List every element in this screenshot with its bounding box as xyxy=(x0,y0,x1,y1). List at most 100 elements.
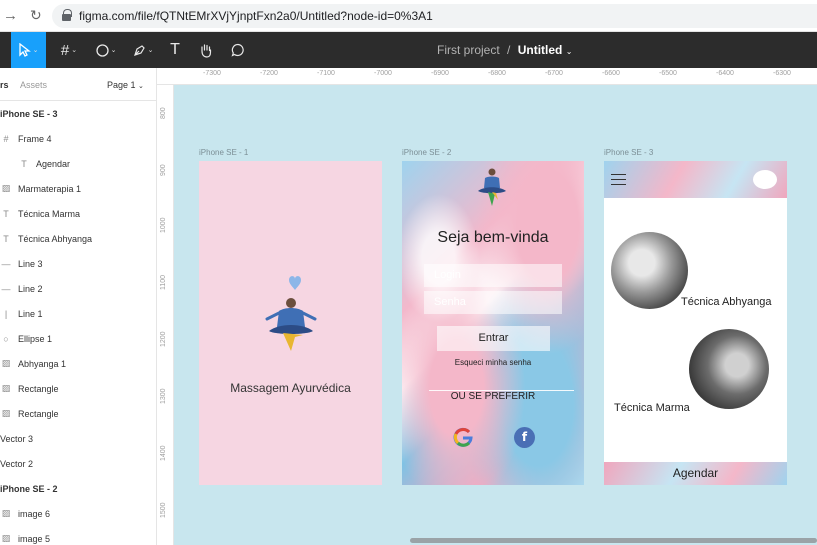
hash-frame-icon: # xyxy=(60,41,70,59)
abhyanga-image[interactable] xyxy=(611,232,688,309)
layer-row[interactable]: T Agendar xyxy=(0,151,156,176)
layer-label: Agendar xyxy=(36,158,71,169)
frame-iphone-se-2[interactable]: Seja bem-vinda Login Senha Entrar Esquec… xyxy=(402,161,584,485)
layer-row[interactable]: ▨ Rectangle xyxy=(0,401,156,426)
comment-icon xyxy=(231,43,244,57)
marma-label: Técnica Marma xyxy=(614,402,690,414)
image-icon: ▨ xyxy=(1,508,11,518)
reload-icon[interactable]: ↻ xyxy=(30,7,42,24)
figma-toolbar: ⌄ # ⌄ ⌄ ⌄ T First project / Untitled ⌄ xyxy=(0,32,817,68)
avatar[interactable] xyxy=(753,170,777,189)
comment-tool-button[interactable] xyxy=(227,32,249,68)
circle-icon xyxy=(95,43,109,57)
image-icon: ▨ xyxy=(1,408,11,418)
layer-label: image 6 xyxy=(18,508,51,519)
ruler-tick-label: -6800 xyxy=(488,70,506,77)
login-placeholder: Login xyxy=(434,269,461,281)
google-icon[interactable] xyxy=(452,426,474,448)
chevron-down-icon: ⌄ xyxy=(147,47,154,54)
layer-row[interactable]: ○ Ellipse 1 xyxy=(0,326,156,351)
layer-label: Vector 2 xyxy=(0,458,34,469)
schedule-button[interactable]: Agendar xyxy=(604,466,787,480)
layer-row[interactable]: iPhone SE - 3 xyxy=(0,101,156,126)
layers-panel: rs Assets Page 1 ⌄ iPhone SE - 3 # Frame 4… xyxy=(0,68,157,545)
text-icon: T xyxy=(3,233,9,244)
layer-row[interactable]: — Line 3 xyxy=(0,251,156,276)
project-name[interactable]: First project xyxy=(437,43,500,57)
vertical-ruler: 800 900 1000 1100 1200 1300 1400 1500 xyxy=(157,85,174,545)
chevron-down-icon: ⌄ xyxy=(138,83,144,90)
enter-button[interactable]: Entrar xyxy=(437,326,550,351)
lock-icon xyxy=(62,9,72,21)
pen-tool-button[interactable]: ⌄ xyxy=(129,32,157,68)
address-bar[interactable]: figma.com/file/fQTNtEMrXVjYjnptFxn2a0/Un… xyxy=(52,4,817,28)
chevron-down-icon[interactable]: ⌄ xyxy=(566,47,573,56)
frame-tool-button[interactable]: # ⌄ xyxy=(55,32,83,68)
page-selector[interactable]: Page 1 ⌄ xyxy=(107,80,144,90)
browser-bar: → ↻ figma.com/file/fQTNtEMrXVjYjnptFxn2a… xyxy=(0,0,817,32)
frame-label[interactable]: iPhone SE - 1 xyxy=(199,148,248,157)
layer-label: Line 1 xyxy=(18,308,43,319)
layer-row[interactable]: Vector 3 xyxy=(0,426,156,451)
layer-row[interactable]: # Frame 4 xyxy=(0,126,156,151)
file-breadcrumb[interactable]: First project / Untitled ⌄ xyxy=(437,43,572,57)
shape-tool-button[interactable]: ⌄ xyxy=(92,32,120,68)
canvas[interactable]: -7300 -7200 -7100 -7000 -6900 -6800 -6700 -6600… xyxy=(157,68,817,545)
breadcrumb-separator: / xyxy=(507,43,511,57)
frame-label[interactable]: iPhone SE - 2 xyxy=(402,148,451,157)
password-field[interactable]: Senha xyxy=(424,291,562,314)
ruler-tick-label: 1100 xyxy=(160,274,167,290)
login-field[interactable]: Login xyxy=(424,264,562,287)
layer-label: Técnica Abhyanga xyxy=(18,233,93,244)
move-tool-button[interactable]: ⌄ xyxy=(11,32,46,68)
ruler-tick-label: 1200 xyxy=(160,331,167,347)
image-icon: ▨ xyxy=(1,383,11,393)
layer-row[interactable]: Vector 2 xyxy=(0,451,156,476)
layer-row[interactable]: T Técnica Abhyanga xyxy=(0,226,156,251)
ruler-tick-label: -6600 xyxy=(602,70,620,77)
ruler-tick-label: -6400 xyxy=(716,70,734,77)
url-text[interactable]: figma.com/file/fQTNtEMrXVjYjnptFxn2a0/Un… xyxy=(79,9,433,23)
layer-row[interactable]: — Line 2 xyxy=(0,276,156,301)
hand-tool-button[interactable] xyxy=(195,32,217,68)
ruler-tick-label: 900 xyxy=(160,164,167,176)
forgot-password-link[interactable]: Esqueci minha senha xyxy=(402,358,584,367)
ruler-tick-label: 1300 xyxy=(160,388,167,404)
hand-icon xyxy=(201,43,212,58)
layer-label: Vector 3 xyxy=(0,433,34,444)
facebook-icon[interactable]: f xyxy=(514,427,535,448)
layer-row[interactable]: ▨ Abhyanga 1 xyxy=(0,351,156,376)
tab-layers[interactable]: rs xyxy=(0,80,9,90)
marma-image[interactable] xyxy=(689,329,769,409)
vline-icon: | xyxy=(4,308,8,319)
hamburger-menu-icon[interactable] xyxy=(611,174,626,185)
layer-row[interactable]: | Line 1 xyxy=(0,301,156,326)
horizontal-scrollbar[interactable] xyxy=(410,538,817,543)
text-tool-button[interactable]: T xyxy=(164,32,186,68)
layer-row[interactable]: iPhone SE - 2 xyxy=(0,476,156,501)
frame-iphone-se-3[interactable]: Técnica Abhyanga Técnica Marma Agendar xyxy=(604,161,787,485)
layer-label: iPhone SE - 3 xyxy=(0,108,58,119)
back-icon[interactable]: → xyxy=(3,7,18,24)
password-placeholder: Senha xyxy=(434,296,466,308)
horizontal-ruler: -7300 -7200 -7100 -7000 -6900 -6800 -6700 -6600… xyxy=(157,68,817,85)
ruler-tick-label: -7200 xyxy=(260,70,278,77)
ruler-tick-label: -7300 xyxy=(203,70,221,77)
ruler-tick-label: -6500 xyxy=(659,70,677,77)
layer-row[interactable]: ▨ Rectangle xyxy=(0,376,156,401)
layer-label: Rectangle xyxy=(18,408,59,419)
frame-icon: # xyxy=(3,133,9,144)
layer-row[interactable]: T Técnica Marma xyxy=(0,201,156,226)
layer-row[interactable]: ▨ image 6 xyxy=(0,501,156,526)
frame-iphone-se-1[interactable]: Massagem Ayurvédica xyxy=(199,161,382,485)
ruler-tick-label: 1400 xyxy=(160,445,167,461)
layer-row[interactable]: ▨ image 5 xyxy=(0,526,156,545)
text-icon: T xyxy=(21,158,27,169)
line-icon: — xyxy=(1,258,11,269)
ruler-tick-label: -6900 xyxy=(431,70,449,77)
ruler-tick-label: 1000 xyxy=(160,217,167,233)
tab-assets[interactable]: Assets xyxy=(20,80,47,90)
file-name[interactable]: Untitled xyxy=(518,43,563,57)
frame-label[interactable]: iPhone SE - 3 xyxy=(604,148,653,157)
layer-row[interactable]: ▨ Marmaterapia 1 xyxy=(0,176,156,201)
